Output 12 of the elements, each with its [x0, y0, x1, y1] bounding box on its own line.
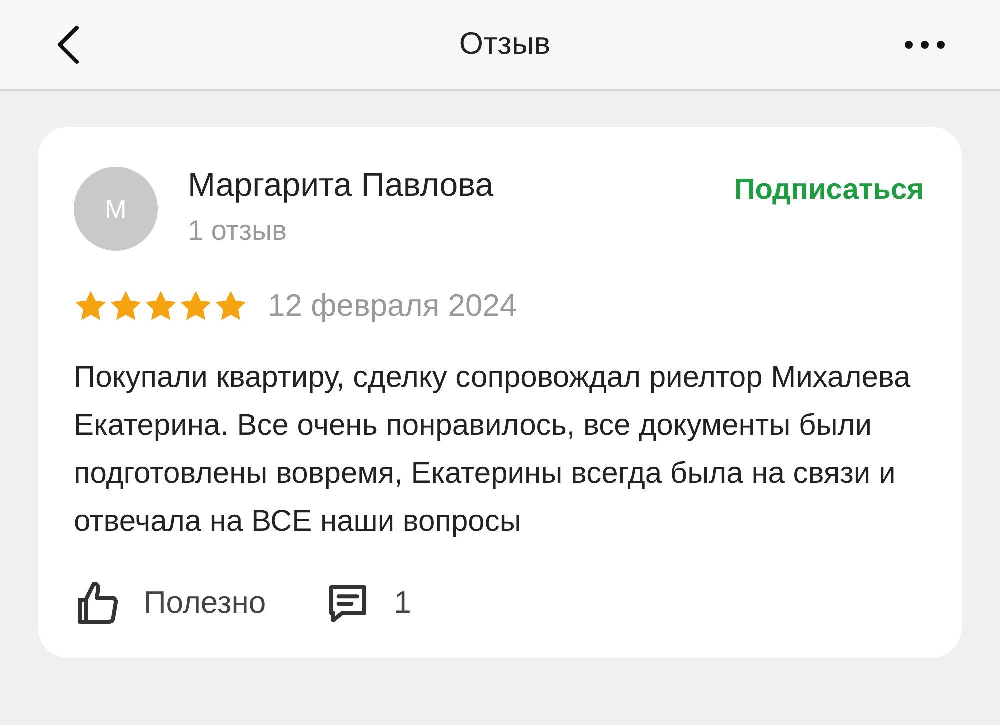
page-title: Отзыв [459, 25, 551, 64]
author-name[interactable]: Маргарита Павлова [188, 165, 734, 205]
helpful-button[interactable]: Полезно [74, 580, 266, 628]
star-icon [179, 290, 213, 322]
star-icon [74, 290, 108, 322]
review-date: 12 февраля 2024 [268, 287, 518, 325]
review-count: 1 отзыв [188, 214, 288, 248]
star-icon [144, 290, 178, 322]
review-text: Покупали квартиру, сделку сопровождал риелтор Михалева Екатерина. Все очень понравилось, все документы были подготовлены вовремя, Екатерины всегда была на связи и отвечала на ВСЕ наши вопросы [74, 360, 912, 540]
star-icon [214, 290, 248, 322]
star-icon [109, 290, 143, 322]
comments-button[interactable]: 1 [326, 580, 412, 627]
